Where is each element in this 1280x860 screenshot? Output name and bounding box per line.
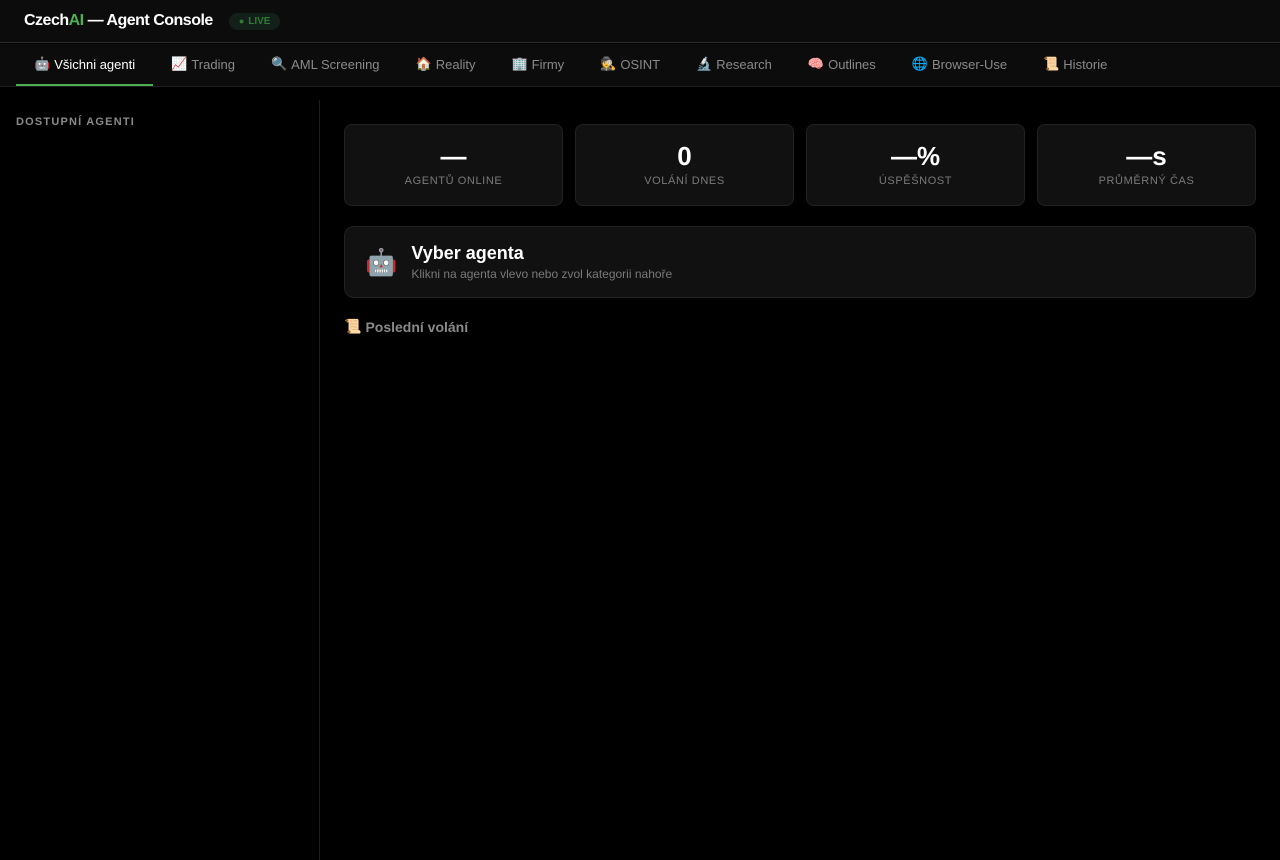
tab-label: Trading bbox=[191, 56, 235, 72]
stat-label: VOLÁNÍ DNES bbox=[644, 175, 725, 187]
select-agent-card: 🤖 Vyber agenta Klikni na agenta vlevo ne… bbox=[344, 226, 1256, 298]
recent-calls-label: Poslední volání bbox=[365, 318, 469, 335]
stat-card-calls-today: 0 VOLÁNÍ DNES bbox=[575, 124, 794, 206]
tab-outlines[interactable]: 🧠 Outlines bbox=[790, 44, 894, 86]
stat-card-agents-online: — AGENTŮ ONLINE bbox=[344, 124, 563, 206]
agent-sidebar: DOSTUPNÍ AGENTI bbox=[0, 100, 320, 860]
stat-card-success-rate: —% ÚSPĚŠNOST bbox=[806, 124, 1025, 206]
tab-label: Browser-Use bbox=[931, 56, 1008, 72]
tab-label: Historie bbox=[1063, 56, 1108, 72]
tab-all-agents[interactable]: 🤖 Všichni agenti bbox=[16, 44, 154, 86]
select-agent-title: Vyber agenta bbox=[411, 243, 524, 263]
tab-osint[interactable]: 🕵 OSINT bbox=[582, 44, 678, 86]
globe-icon: 🌐 bbox=[911, 56, 928, 71]
tab-research[interactable]: 🔬 Research bbox=[678, 44, 790, 86]
live-status-badge: ● LIVE bbox=[228, 12, 281, 30]
tab-aml-screening[interactable]: 🔍 AML Screening bbox=[253, 44, 398, 86]
tab-label: OSINT bbox=[620, 56, 661, 72]
brain-icon: 🧠 bbox=[807, 56, 825, 71]
robot-icon: 🤖 bbox=[34, 56, 51, 71]
tab-label: Firmy bbox=[531, 56, 565, 72]
microscope-icon: 🔬 bbox=[696, 56, 713, 71]
recent-calls-heading: 📜 Poslední volání bbox=[344, 318, 1256, 335]
tab-label: Research bbox=[716, 56, 772, 72]
scroll-icon: 📜 bbox=[344, 318, 362, 334]
top-bar: CzechAI — Agent Console ● LIVE bbox=[0, 0, 1280, 43]
tab-label: Outlines bbox=[828, 56, 876, 72]
tab-trading[interactable]: 📈 Trading bbox=[153, 44, 253, 86]
stat-label: PRŮMĚRNÝ ČAS bbox=[1098, 175, 1195, 187]
select-agent-text: Vyber agenta Klikni na agenta vlevo nebo… bbox=[411, 243, 672, 281]
tab-label: Reality bbox=[435, 56, 476, 72]
tab-browser-use[interactable]: 🌐 Browser-Use bbox=[894, 44, 1025, 86]
stat-value: —s bbox=[1126, 141, 1167, 171]
magnifier-icon: 🔍 bbox=[270, 56, 288, 71]
category-tabs: 🤖 Všichni agenti 📈 Trading 🔍 AML Screeni… bbox=[0, 44, 1280, 87]
select-agent-subtitle: Klikni na agenta vlevo nebo zvol kategor… bbox=[411, 267, 673, 281]
stat-value: —% bbox=[890, 141, 941, 171]
tab-label: Všichni agenti bbox=[54, 56, 136, 72]
stat-value: 0 bbox=[677, 141, 692, 171]
live-dot-icon: ● bbox=[238, 16, 245, 26]
stats-row: — AGENTŮ ONLINE 0 VOLÁNÍ DNES —% ÚSPĚŠNO… bbox=[344, 124, 1256, 206]
tab-historie[interactable]: 📜 Historie bbox=[1025, 44, 1125, 86]
scroll-icon: 📜 bbox=[1043, 56, 1060, 71]
office-building-icon: 🏢 bbox=[511, 56, 528, 71]
stat-card-average-time: —s PRŮMĚRNÝ ČAS bbox=[1037, 124, 1256, 206]
main-panel: — AGENTŮ ONLINE 0 VOLÁNÍ DNES —% ÚSPĚŠNO… bbox=[344, 124, 1256, 335]
tab-firmy[interactable]: 🏢 Firmy bbox=[493, 44, 582, 86]
live-label: LIVE bbox=[248, 15, 271, 27]
stat-value: — bbox=[440, 141, 467, 171]
tab-label: AML Screening bbox=[291, 56, 380, 72]
stat-label: AGENTŮ ONLINE bbox=[404, 175, 503, 187]
app-title: CzechAI — Agent Console bbox=[24, 12, 213, 29]
tab-reality[interactable]: 🏠 Reality bbox=[398, 44, 494, 86]
robot-icon: 🤖 bbox=[365, 246, 398, 277]
house-icon: 🏠 bbox=[415, 56, 432, 71]
chart-up-icon: 📈 bbox=[171, 56, 188, 71]
detective-icon: 🕵 bbox=[600, 56, 617, 71]
sidebar-title: DOSTUPNÍ AGENTI bbox=[16, 116, 136, 128]
stat-label: ÚSPĚŠNOST bbox=[878, 175, 953, 187]
